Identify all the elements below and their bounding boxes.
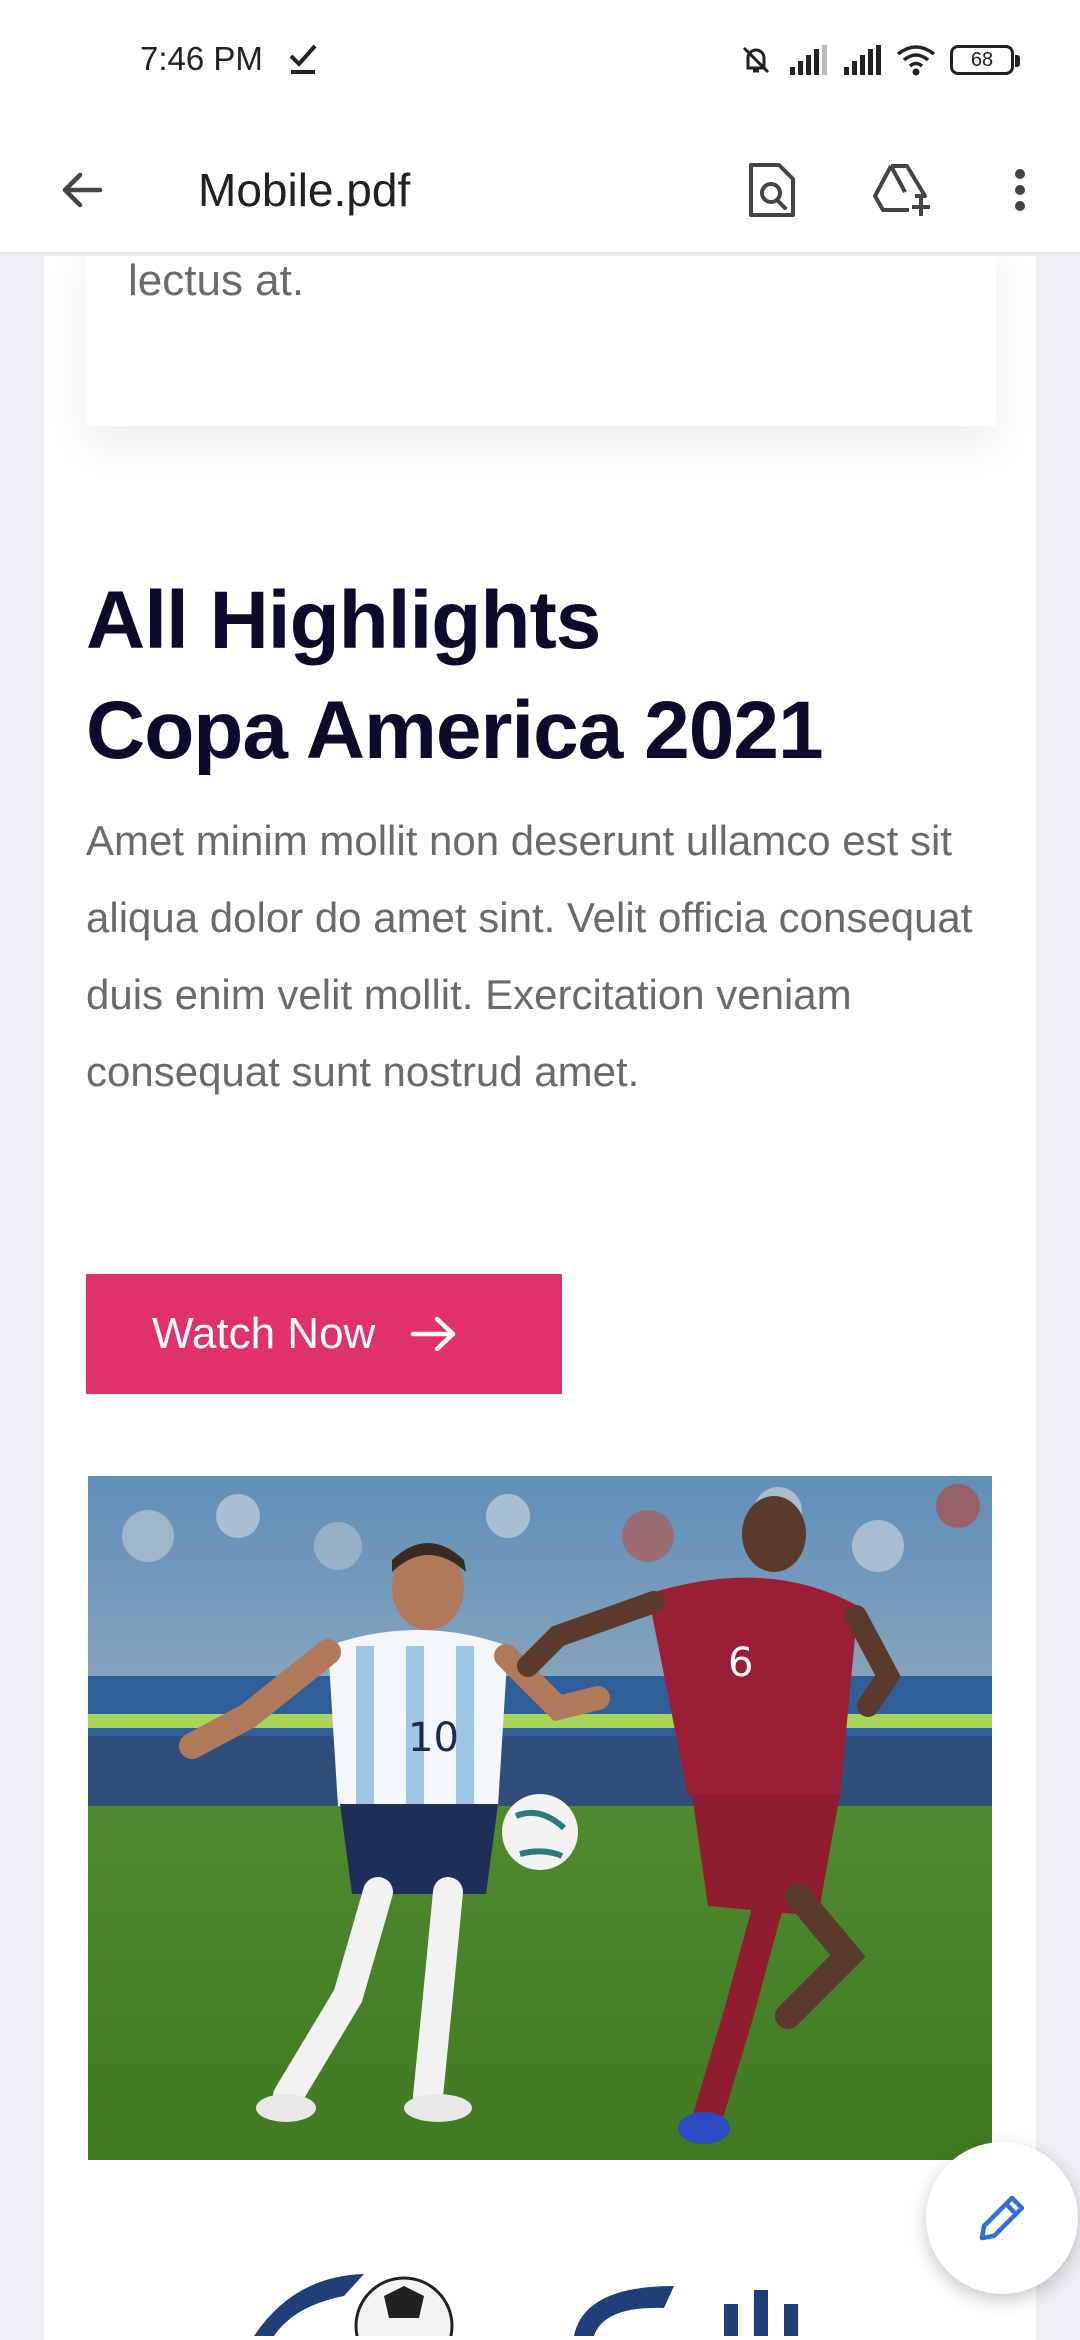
back-arrow-icon [62,172,103,208]
pdf-page: lectus at. All Highlights Copa America 2… [44,256,1036,2340]
document-title: Mobile.pdf [198,164,411,216]
svg-text:6: 6 [728,1640,753,1686]
card-text: lectus at. [128,256,305,305]
content-card: lectus at. [86,256,996,426]
mute-icon [742,46,770,74]
edit-pencil-icon [979,2195,1025,2241]
back-button[interactable] [44,152,120,228]
more-options-button[interactable] [982,152,1058,228]
body-paragraph: Amet minim mollit non deserunt ullamco e… [86,817,973,1095]
status-time: 7:46 PM [140,40,263,77]
edit-fab[interactable] [926,2142,1078,2294]
arrow-right-icon [411,1316,456,1352]
add-to-drive-button[interactable] [864,152,940,228]
page-headline: All Highlights Copa America 2021 [86,566,986,786]
watch-now-button[interactable]: Watch Now [86,1274,562,1394]
logo-partial [254,2256,954,2336]
add-to-drive-icon [873,164,930,216]
pdf-viewer[interactable]: lectus at. All Highlights Copa America 2… [0,256,1080,2340]
headline-line-2: Copa America 2021 [86,685,824,776]
search-document-icon [749,163,795,217]
app-bar: Mobile.pdf [0,126,1080,254]
signal-icon [790,45,827,75]
battery-icon: 68 [950,45,1020,75]
check-icon [289,44,317,74]
search-document-button[interactable] [734,152,810,228]
more-vert-icon [1015,169,1025,211]
watch-now-label: Watch Now [152,1309,376,1358]
wifi-icon [896,45,936,76]
svg-text:10: 10 [408,1715,459,1761]
battery-level: 68 [970,48,994,71]
signal-icon [844,45,881,75]
status-icons: 68 [738,40,1020,80]
status-bar: 7:46 PM 68 [0,0,1080,126]
highlight-photo: 10 6 [88,1476,992,2160]
headline-line-1: All Highlights [86,575,601,666]
